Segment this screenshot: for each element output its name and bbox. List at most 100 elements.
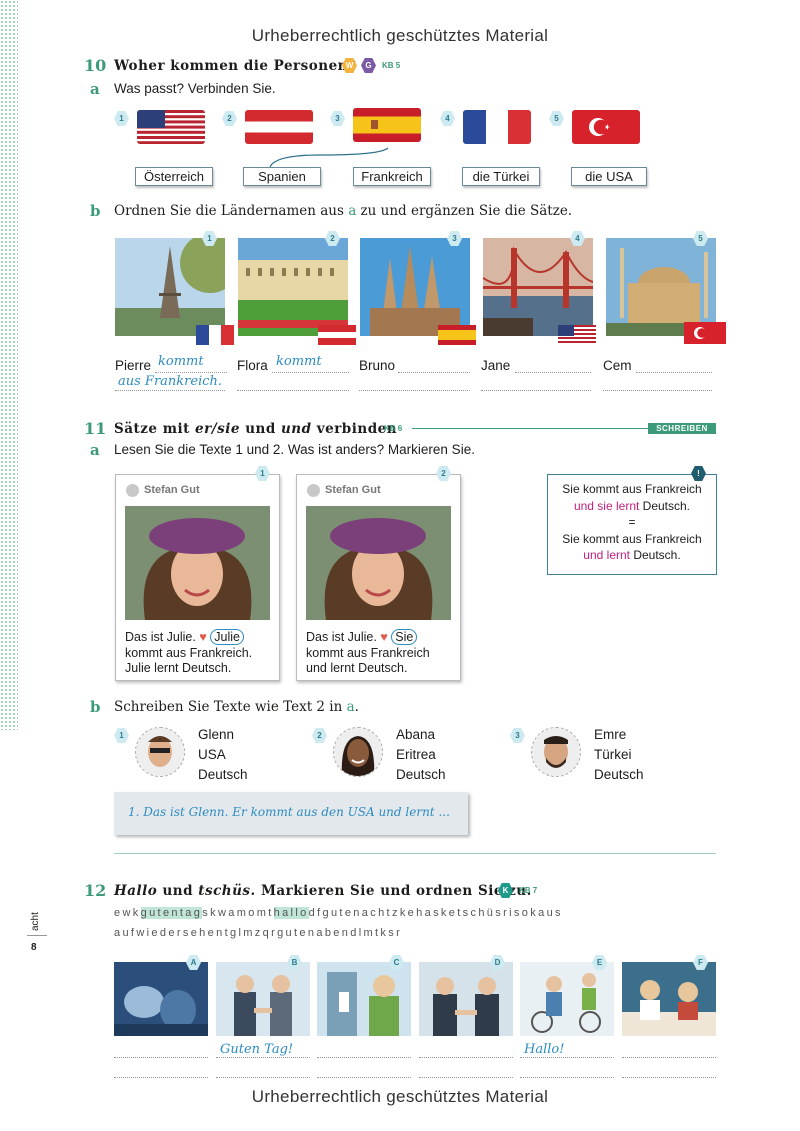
person-number: 2 [312, 728, 327, 743]
kb-reference: KB 5 [382, 61, 401, 70]
answer-line[interactable] [272, 372, 349, 373]
answer-line[interactable] [359, 390, 470, 391]
scene-f-illustration [622, 962, 716, 1036]
flag-number: 1 [114, 111, 129, 126]
handwritten-answer: Hallo! [524, 1042, 565, 1057]
scene-c-illustration [317, 962, 411, 1036]
page-word: acht [30, 912, 41, 931]
post-text-line-2: kommt aus Frankreich [306, 646, 430, 660]
photo-eiffel-tower [115, 238, 225, 336]
answer-line[interactable] [317, 1077, 411, 1078]
country-box-oesterreich[interactable]: Österreich [135, 167, 213, 186]
post-author: Stefan Gut [325, 484, 381, 496]
part-a-letter: a [90, 80, 100, 98]
kb-reference: KB 6 [384, 424, 403, 433]
answer-line[interactable] [520, 1057, 614, 1058]
flag-number: 5 [549, 111, 564, 126]
answer-line[interactable] [520, 1077, 614, 1078]
austria-flag-icon [245, 110, 313, 144]
kb-reference: KB 7 [519, 886, 538, 895]
country-box-frankreich[interactable]: Frankreich [353, 167, 431, 186]
answer-writing-area[interactable]: 1. Das ist Glenn. Er kommt aus den USA u… [114, 792, 468, 835]
heart-icon: ♥ [199, 630, 207, 644]
person-name-bruno: Bruno [359, 358, 396, 373]
country-box-usa[interactable]: die USA [571, 167, 647, 186]
answer-line[interactable] [237, 390, 349, 391]
photo-sagrada-familia [360, 238, 470, 336]
post-text-line-2: kommt aus Frankreich. [125, 646, 253, 660]
turkey-flag-icon [684, 322, 726, 344]
highlighted-word: hallo [273, 907, 309, 919]
person-name-flora: Flora [237, 358, 268, 373]
scene-d-illustration [419, 962, 513, 1036]
info-line-2: und sie lernt Deutsch. [573, 498, 691, 513]
answer-line[interactable] [603, 390, 712, 391]
answer-line[interactable] [622, 1077, 716, 1078]
letter-grid-line-2[interactable]: aufwiedersehentglmzqrgutenabendlmtksr [114, 927, 402, 939]
handwritten-answer: Guten Tag! [220, 1042, 294, 1057]
answer-line[interactable] [622, 1057, 716, 1058]
scene-b-illustration [216, 962, 310, 1036]
person-name-jane: Jane [481, 358, 511, 373]
part-b-instruction: Schreiben Sie Texte wie Text 2 in a. [114, 699, 359, 715]
spain-flag-icon [438, 325, 476, 345]
person-name-cem: Cem [603, 358, 632, 373]
info-equals: = [628, 515, 636, 529]
photo-julie [306, 506, 451, 620]
france-flag-icon [463, 110, 531, 144]
circled-word: Julie [210, 629, 244, 645]
dotted-margin-pattern [0, 0, 18, 730]
answer-line[interactable] [216, 1077, 310, 1078]
person-number: 1 [114, 728, 129, 743]
exercise-12-title: Hallo und tschüs. Markieren Sie und ordn… [114, 883, 532, 899]
highlighted-word: gutentag [140, 907, 203, 919]
skill-tag-schreiben: SCHREIBEN [648, 423, 716, 434]
answer-line[interactable] [515, 372, 591, 373]
heart-icon: ♥ [380, 630, 388, 644]
post-text-line-1: Das ist Julie. ♥ Julie [125, 629, 244, 645]
part-b-letter: b [90, 202, 101, 220]
answer-line[interactable] [636, 372, 712, 373]
answer-line[interactable] [115, 390, 225, 391]
page-number: 8 [31, 942, 37, 953]
answer-line[interactable] [155, 372, 227, 373]
section-divider [114, 853, 716, 854]
flag-number: 4 [440, 111, 455, 126]
photo-schoenbrunn-palace [238, 238, 348, 336]
country-box-tuerkei[interactable]: die Türkei [462, 167, 540, 186]
answer-line[interactable] [419, 1077, 513, 1078]
country-box-spanien[interactable]: Spanien [243, 167, 321, 186]
copyright-watermark-top: Urheberrechtlich geschütztes Material [251, 26, 549, 45]
letter-grid-line-1[interactable]: ewkgutentagskwamomthallodfgutenachtzkeha… [114, 907, 563, 919]
flag-number: 2 [222, 111, 237, 126]
answer-line[interactable] [398, 372, 470, 373]
photo-julie [125, 506, 270, 620]
answer-line[interactable] [481, 390, 591, 391]
usa-flag-icon [558, 325, 596, 345]
info-line-4: und lernt Deutsch. [583, 548, 681, 562]
france-flag-icon [196, 325, 234, 345]
user-avatar-icon [126, 484, 139, 497]
part-b-instruction: Ordnen Sie die Ländernamen aus a zu und … [114, 203, 573, 219]
answer-line[interactable] [419, 1057, 513, 1058]
handwritten-answer: 1. Das ist Glenn. Er kommt aus den USA u… [128, 805, 450, 819]
answer-line[interactable] [114, 1057, 208, 1058]
exercise-12-number: 12 [84, 881, 107, 900]
handwritten-answer: kommt [276, 354, 322, 369]
avatar-emre [531, 727, 581, 777]
part-a-letter: a [90, 441, 100, 459]
grammar-badge-icon: G [361, 58, 376, 73]
answer-line[interactable] [216, 1057, 310, 1058]
usa-flag-icon [137, 110, 205, 144]
exercise-11-title: Sätze mit er/sie und und verbinden [114, 421, 398, 437]
austria-flag-icon [318, 325, 356, 345]
post-text-line-3: Julie lernt Deutsch. [125, 661, 232, 675]
person-number: 3 [510, 728, 525, 743]
info-line-3: Sie kommt aus Frankreich [562, 531, 702, 546]
answer-line[interactable] [317, 1057, 411, 1058]
answer-line[interactable] [114, 1077, 208, 1078]
part-a-instruction: Was passt? Verbinden Sie. [114, 81, 276, 96]
copyright-watermark-bottom: Urheberrechtlich geschütztes Material [251, 1087, 549, 1106]
circled-word: Sie [391, 629, 418, 645]
social-post-1: Stefan Gut Das ist Julie. ♥ Julie kommt … [115, 474, 280, 681]
